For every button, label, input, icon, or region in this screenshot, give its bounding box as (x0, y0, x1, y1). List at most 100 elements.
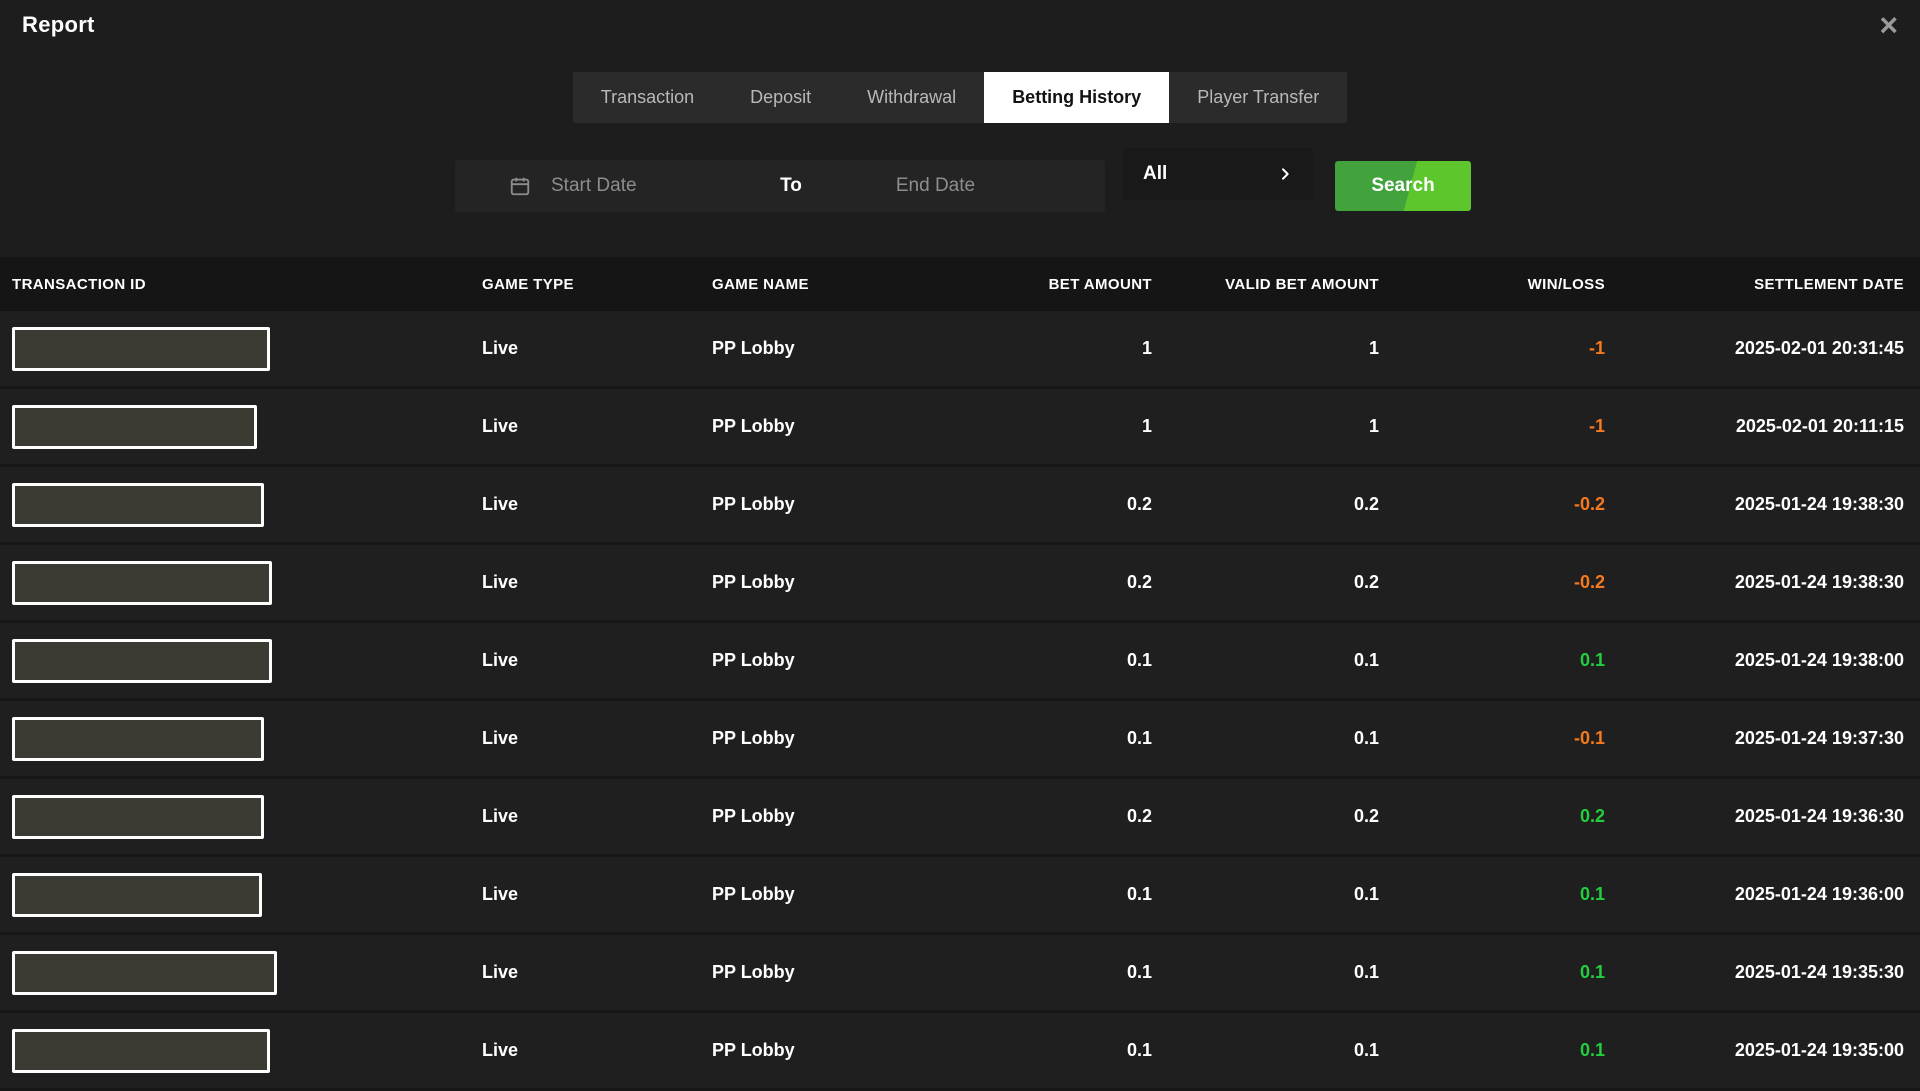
table-row[interactable]: Live PP Lobby 0.1 0.1 -0.1 2025-01-24 19… (0, 701, 1920, 779)
tab-transaction[interactable]: Transaction (573, 72, 722, 123)
transaction-id-cell (0, 1029, 470, 1073)
top-bar: Report × (0, 0, 1920, 52)
win-loss-cell: 0.2 (1379, 806, 1605, 827)
settlement-date-cell: 2025-02-01 20:11:15 (1605, 416, 1920, 437)
start-date-input[interactable]: Start Date (537, 175, 756, 197)
tab-bar: TransactionDepositWithdrawalBetting Hist… (573, 72, 1348, 123)
filters-row: Start Date To End Date All Search (455, 160, 1471, 212)
tab-player-transfer[interactable]: Player Transfer (1169, 72, 1347, 123)
redacted-transaction-id (12, 1029, 270, 1073)
search-button[interactable]: Search (1335, 161, 1471, 211)
win-loss-cell: 0.1 (1379, 884, 1605, 905)
redacted-transaction-id (12, 717, 264, 761)
bet-amount-cell: 0.1 (1020, 1040, 1152, 1061)
table-row[interactable]: Live PP Lobby 0.1 0.1 0.1 2025-01-24 19:… (0, 935, 1920, 1013)
settlement-date-cell: 2025-01-24 19:38:30 (1605, 572, 1920, 593)
chevron-right-icon (1277, 166, 1293, 182)
settlement-date-cell: 2025-01-24 19:35:30 (1605, 962, 1920, 983)
settlement-date-cell: 2025-01-24 19:37:30 (1605, 728, 1920, 749)
game-name-cell: PP Lobby (700, 1040, 1020, 1061)
tab-deposit[interactable]: Deposit (722, 72, 839, 123)
settlement-date-cell: 2025-01-24 19:35:00 (1605, 1040, 1920, 1061)
valid-bet-amount-cell: 1 (1152, 416, 1379, 437)
game-name-cell: PP Lobby (700, 806, 1020, 827)
redacted-transaction-id (12, 405, 257, 449)
filter-dropdown[interactable]: All (1123, 148, 1313, 200)
close-icon[interactable]: × (1879, 12, 1898, 38)
win-loss-cell: 0.1 (1379, 962, 1605, 983)
game-name-cell: PP Lobby (700, 494, 1020, 515)
game-type-cell: Live (470, 572, 700, 593)
game-type-cell: Live (470, 806, 700, 827)
table-body: Live PP Lobby 1 1 -1 2025-02-01 20:31:45… (0, 311, 1920, 1091)
game-name-cell: PP Lobby (700, 728, 1020, 749)
table-row[interactable]: Live PP Lobby 0.2 0.2 0.2 2025-01-24 19:… (0, 779, 1920, 857)
valid-bet-amount-cell: 0.2 (1152, 806, 1379, 827)
col-valid-bet-amount: VALID BET AMOUNT (1152, 276, 1379, 293)
transaction-id-cell (0, 795, 470, 839)
transaction-id-cell (0, 951, 470, 995)
bet-amount-cell: 0.1 (1020, 884, 1152, 905)
valid-bet-amount-cell: 0.1 (1152, 650, 1379, 671)
transaction-id-cell (0, 873, 470, 917)
transaction-id-cell (0, 327, 470, 371)
bet-amount-cell: 0.2 (1020, 494, 1152, 515)
settlement-date-cell: 2025-01-24 19:38:00 (1605, 650, 1920, 671)
table-row[interactable]: Live PP Lobby 0.1 0.1 0.1 2025-01-24 19:… (0, 857, 1920, 935)
table-row[interactable]: Live PP Lobby 0.1 0.1 0.1 2025-01-24 19:… (0, 1013, 1920, 1091)
valid-bet-amount-cell: 0.1 (1152, 884, 1379, 905)
win-loss-cell: -0.2 (1379, 572, 1605, 593)
tabs-row: TransactionDepositWithdrawalBetting Hist… (0, 72, 1920, 123)
tab-withdrawal[interactable]: Withdrawal (839, 72, 984, 123)
redacted-transaction-id (12, 951, 277, 995)
col-game-name: GAME NAME (700, 276, 1020, 293)
redacted-transaction-id (12, 639, 272, 683)
end-date-input[interactable]: End Date (826, 175, 1045, 197)
col-game-type: GAME TYPE (470, 276, 700, 293)
bet-amount-cell: 0.1 (1020, 962, 1152, 983)
game-type-cell: Live (470, 416, 700, 437)
win-loss-cell: -1 (1379, 416, 1605, 437)
page-title: Report (22, 12, 95, 38)
valid-bet-amount-cell: 1 (1152, 338, 1379, 359)
win-loss-cell: -1 (1379, 338, 1605, 359)
betting-history-table: TRANSACTION ID GAME TYPE GAME NAME BET A… (0, 257, 1920, 1091)
table-row[interactable]: Live PP Lobby 1 1 -1 2025-02-01 20:11:15 (0, 389, 1920, 467)
bet-amount-cell: 0.1 (1020, 650, 1152, 671)
table-header: TRANSACTION ID GAME TYPE GAME NAME BET A… (0, 257, 1920, 311)
transaction-id-cell (0, 639, 470, 683)
settlement-date-cell: 2025-01-24 19:38:30 (1605, 494, 1920, 515)
settlement-date-cell: 2025-01-24 19:36:00 (1605, 884, 1920, 905)
table-row[interactable]: Live PP Lobby 0.2 0.2 -0.2 2025-01-24 19… (0, 545, 1920, 623)
game-type-cell: Live (470, 494, 700, 515)
game-name-cell: PP Lobby (700, 962, 1020, 983)
transaction-id-cell (0, 561, 470, 605)
game-type-cell: Live (470, 728, 700, 749)
calendar-icon (509, 175, 531, 197)
col-settlement-date: SETTLEMENT DATE (1605, 276, 1920, 293)
tab-betting-history[interactable]: Betting History (984, 72, 1169, 123)
game-name-cell: PP Lobby (700, 650, 1020, 671)
game-name-cell: PP Lobby (700, 884, 1020, 905)
table-row[interactable]: Live PP Lobby 0.2 0.2 -0.2 2025-01-24 19… (0, 467, 1920, 545)
win-loss-cell: 0.1 (1379, 1040, 1605, 1061)
game-type-cell: Live (470, 650, 700, 671)
table-row[interactable]: Live PP Lobby 0.1 0.1 0.1 2025-01-24 19:… (0, 623, 1920, 701)
table-row[interactable]: Live PP Lobby 1 1 -1 2025-02-01 20:31:45 (0, 311, 1920, 389)
win-loss-cell: 0.1 (1379, 650, 1605, 671)
game-name-cell: PP Lobby (700, 572, 1020, 593)
valid-bet-amount-cell: 0.2 (1152, 494, 1379, 515)
transaction-id-cell (0, 405, 470, 449)
bet-amount-cell: 0.1 (1020, 728, 1152, 749)
game-name-cell: PP Lobby (700, 416, 1020, 437)
redacted-transaction-id (12, 327, 270, 371)
col-transaction-id: TRANSACTION ID (0, 276, 470, 293)
valid-bet-amount-cell: 0.1 (1152, 1040, 1379, 1061)
filter-dropdown-value: All (1143, 163, 1167, 185)
date-range-picker[interactable]: Start Date To End Date (455, 160, 1105, 212)
game-type-cell: Live (470, 962, 700, 983)
bet-amount-cell: 1 (1020, 416, 1152, 437)
redacted-transaction-id (12, 483, 264, 527)
settlement-date-cell: 2025-02-01 20:31:45 (1605, 338, 1920, 359)
bet-amount-cell: 0.2 (1020, 806, 1152, 827)
